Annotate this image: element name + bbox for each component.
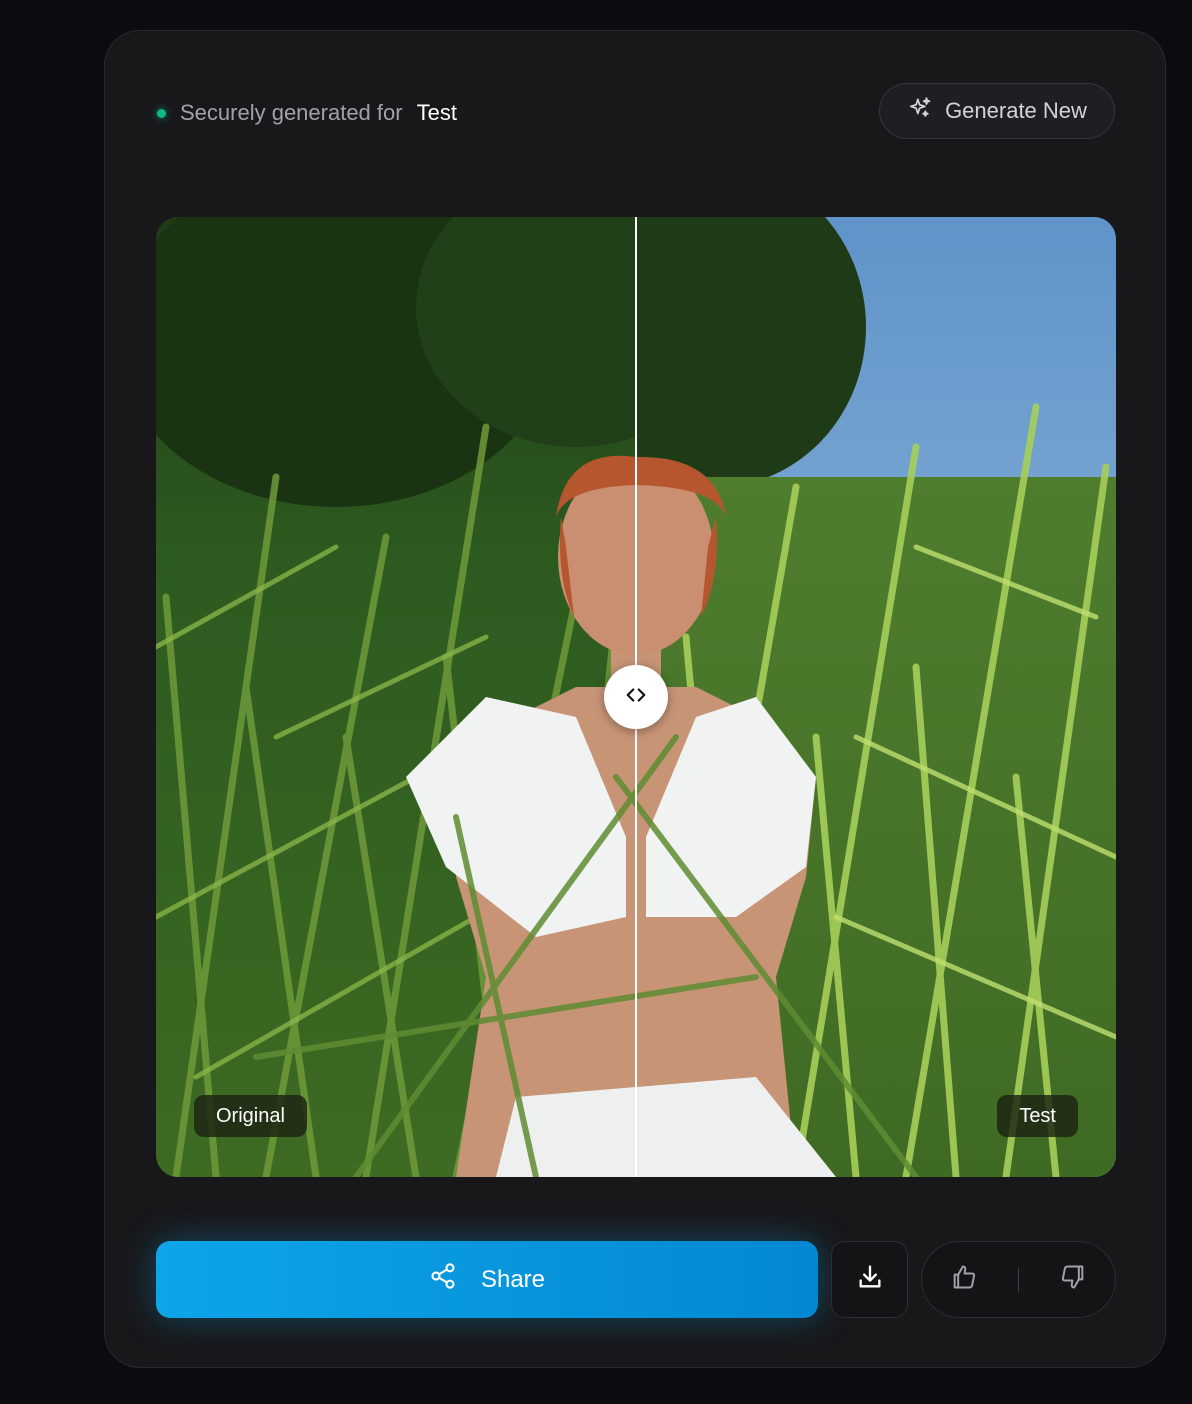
comparison-slider-handle[interactable] (604, 665, 668, 729)
code-arrows-icon (625, 684, 647, 711)
download-button[interactable] (831, 1241, 908, 1318)
processed-image-clip (636, 217, 1116, 1177)
processed-label: Test (997, 1095, 1078, 1137)
processed-image (636, 217, 1116, 1177)
status-text: Securely generated for (180, 100, 403, 125)
share-button[interactable]: Share (156, 1241, 818, 1318)
sparkles-icon (907, 95, 945, 127)
before-after-comparison[interactable]: Original Test (156, 217, 1116, 1177)
result-card: Securely generated for Test Generate New (104, 30, 1166, 1368)
status-name: Test (416, 100, 457, 125)
download-icon (856, 1263, 884, 1296)
status-dot (157, 108, 166, 118)
feedback-group (921, 1241, 1116, 1318)
thumbs-down-button[interactable] (1043, 1250, 1103, 1310)
security-status: Securely generated for Test (157, 97, 457, 129)
generate-new-label: Generate New (945, 98, 1087, 123)
thumbs-up-icon (950, 1263, 978, 1296)
share-label: Share (480, 1265, 546, 1293)
feedback-separator (1018, 1267, 1019, 1292)
share-nodes-icon (429, 1262, 481, 1297)
generate-new-button[interactable]: Generate New (879, 83, 1115, 139)
thumbs-down-icon (1059, 1263, 1087, 1296)
thumbs-up-button[interactable] (934, 1250, 994, 1310)
original-label: Original (194, 1095, 307, 1137)
